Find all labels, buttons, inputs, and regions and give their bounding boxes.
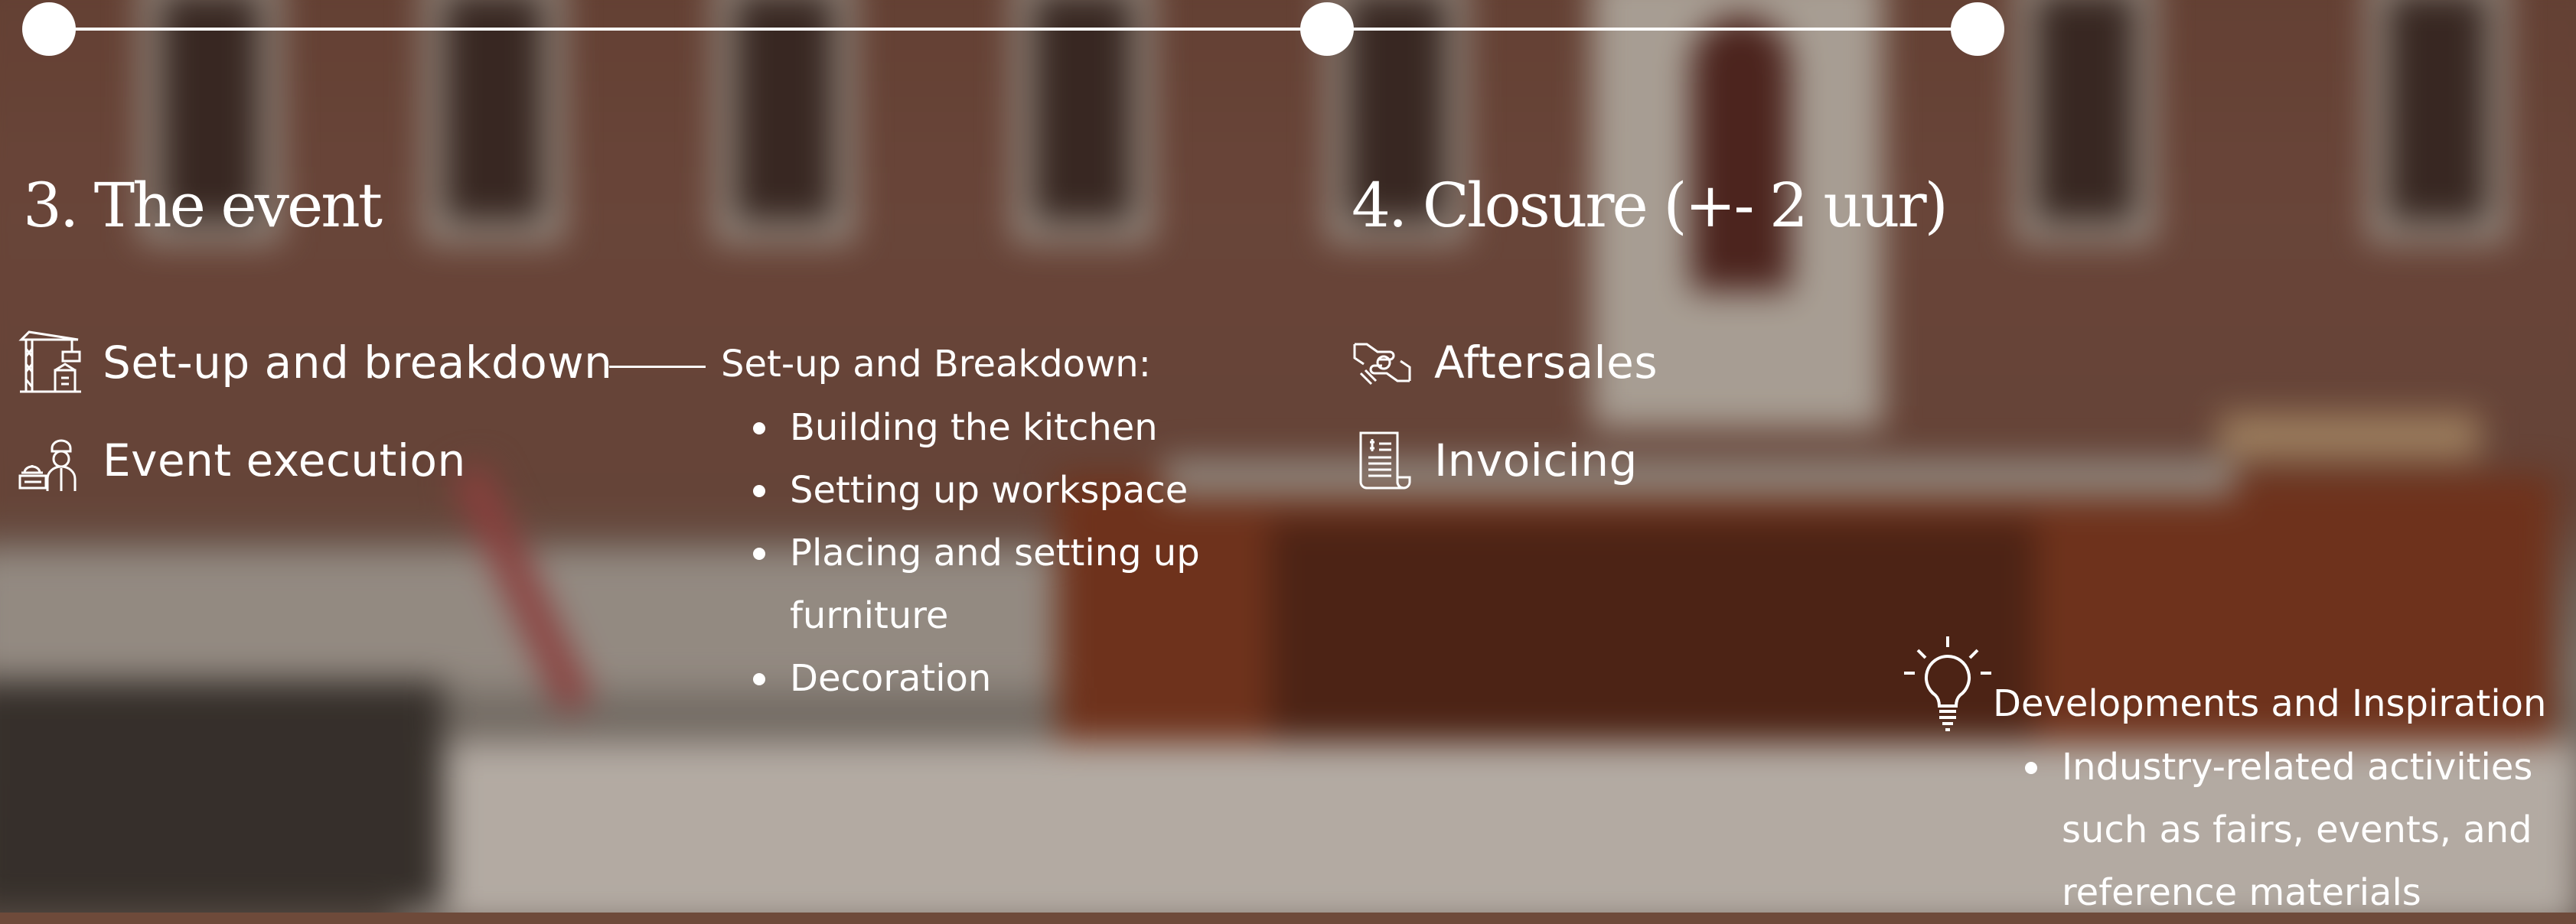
list-item: Decoration <box>721 647 1200 710</box>
crane-icon <box>18 330 83 395</box>
list-item: Industry-related activities such as fair… <box>1993 736 2546 924</box>
timeline-dot <box>1951 2 2004 56</box>
list-item-text: Industry-related activities <box>2062 746 2533 789</box>
list-item-text: furniture <box>790 594 949 637</box>
list-item-text: Building the kitchen <box>790 406 1158 449</box>
timeline-dot <box>22 2 76 56</box>
item-label: Set-up and breakdown <box>103 337 613 389</box>
list-item-text: reference materials <box>2062 871 2421 914</box>
lightbulb-icon <box>1903 635 1993 734</box>
list-item: Setting up workspace <box>721 459 1200 522</box>
detail-heading: Set-up and Breakdown: <box>721 343 1151 386</box>
invoice-icon <box>1350 428 1414 493</box>
inspiration-detail: Developments and Inspiration Industry-re… <box>1993 682 2546 924</box>
handshake-icon <box>1350 330 1414 395</box>
item-label: Event execution <box>103 434 466 486</box>
setup-breakdown-detail: Set-up and Breakdown: Building the kitch… <box>721 343 1200 710</box>
chef-icon <box>18 428 83 493</box>
list-item-text: such as fairs, events, and <box>2062 808 2532 851</box>
list-item: Building the kitchen <box>721 396 1200 459</box>
connector-line <box>609 366 706 368</box>
inspiration-list: Industry-related activities such as fair… <box>1993 736 2546 924</box>
timeline-dot <box>1300 2 1354 56</box>
list-item-text: Setting up workspace <box>790 469 1189 512</box>
item-invoicing: Invoicing <box>1350 428 1638 493</box>
item-label: Invoicing <box>1434 434 1638 486</box>
item-label: Aftersales <box>1434 337 1658 389</box>
detail-list: Building the kitchen Setting up workspac… <box>721 396 1200 710</box>
item-setup-breakdown: Set-up and breakdown <box>18 330 612 395</box>
section-title-event: 3. The event <box>23 170 383 241</box>
list-item-text: Placing and setting up <box>790 532 1200 574</box>
section-title-closure: 4. Closure (+- 2 uur) <box>1352 170 1948 241</box>
inspiration-heading: Developments and Inspiration <box>1993 682 2547 725</box>
item-aftersales: Aftersales <box>1350 330 1658 395</box>
timeline-line <box>49 28 1978 31</box>
list-item: Placing and setting up furniture <box>721 522 1200 647</box>
item-event-execution: Event execution <box>18 428 466 493</box>
list-item-text: Decoration <box>790 657 992 700</box>
